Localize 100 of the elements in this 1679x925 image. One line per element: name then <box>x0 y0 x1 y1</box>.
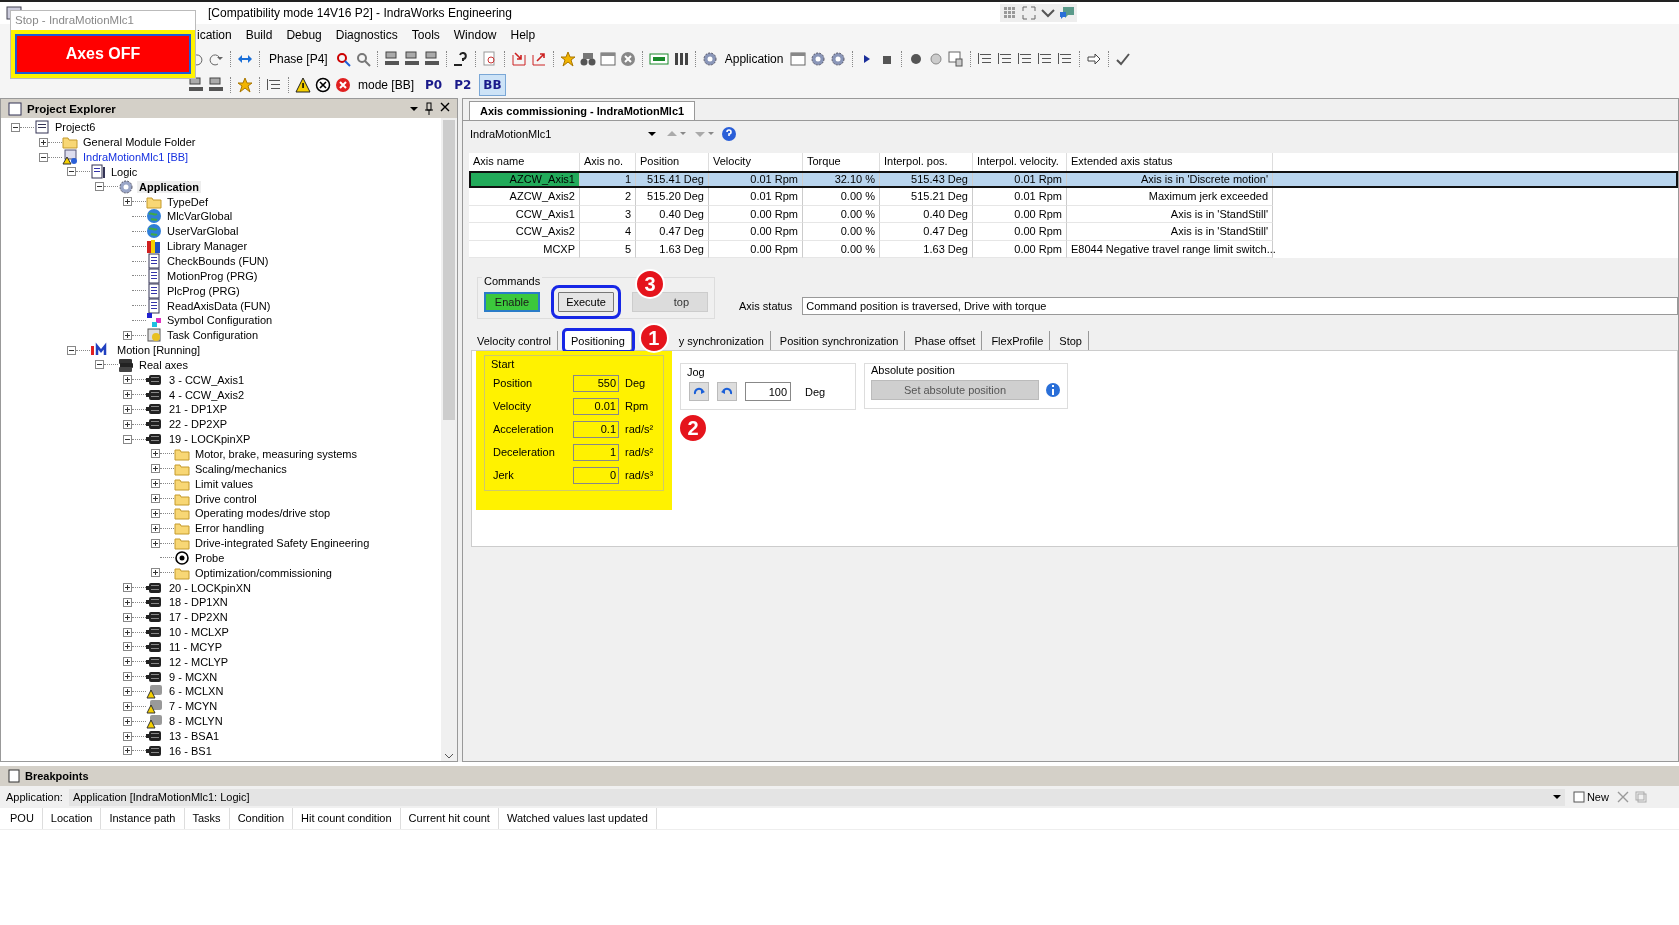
scroll-thumb[interactable] <box>443 119 455 420</box>
network-icon[interactable] <box>423 51 440 67</box>
chip-icon[interactable] <box>648 51 669 67</box>
network-icon[interactable] <box>208 77 224 93</box>
expand-icon[interactable] <box>123 419 132 429</box>
warning-icon[interactable] <box>295 77 311 93</box>
column-header[interactable]: Axis name <box>469 153 580 171</box>
tree-item[interactable]: General Module Folder <box>81 136 198 149</box>
cancel-icon[interactable] <box>619 51 636 67</box>
tree-item[interactable]: 21 - DP1XP <box>167 403 230 416</box>
expand-icon[interactable] <box>123 612 132 622</box>
tree-item[interactable]: ReadAxisData (FUN) <box>165 299 273 312</box>
tree-item[interactable]: Application <box>137 180 201 193</box>
column-header[interactable]: POU <box>2 808 43 829</box>
tree-item[interactable]: PlcProg (PRG) <box>165 284 242 297</box>
expand-icon[interactable] <box>123 583 132 593</box>
network-icon[interactable] <box>383 51 400 67</box>
expand-icon[interactable] <box>123 627 132 637</box>
error-icon[interactable] <box>335 77 351 93</box>
menu-item[interactable]: Diagnostics <box>328 26 405 44</box>
jog-backward-button[interactable] <box>717 382 737 401</box>
tree-item[interactable]: Drive-integrated Safety Engineering <box>193 537 372 550</box>
new-button[interactable]: New <box>1570 791 1611 803</box>
menu-item[interactable]: Tools <box>404 26 447 44</box>
mode-button[interactable]: P2 <box>450 74 476 96</box>
expand-icon[interactable] <box>123 197 132 207</box>
column-header[interactable]: Interpol. velocity. <box>973 153 1067 171</box>
column-header[interactable]: Extended axis status <box>1067 153 1273 171</box>
binoculars-icon[interactable] <box>579 51 596 67</box>
tree-item[interactable]: 18 - DP1XN <box>167 596 230 609</box>
tree-item[interactable]: 13 - BSA1 <box>167 730 222 742</box>
expand-icon[interactable] <box>123 597 132 607</box>
column-header[interactable]: Instance path <box>101 808 185 829</box>
input-field[interactable]: 550 <box>573 374 619 392</box>
gear-icon[interactable] <box>701 51 718 67</box>
tree-item[interactable]: Drive control <box>193 492 259 505</box>
expand-icon[interactable] <box>123 731 132 741</box>
expand-icon[interactable] <box>39 137 48 147</box>
tree-item[interactable]: 4 - CCW_Axis2 <box>167 388 247 401</box>
input-field[interactable]: 0 <box>573 466 619 484</box>
list-icon[interactable] <box>266 77 282 93</box>
import-icon[interactable] <box>510 51 527 67</box>
tree-item[interactable]: TypeDef <box>165 195 210 208</box>
tree-item[interactable]: 9 - MCXN <box>167 670 220 683</box>
document-tab[interactable]: Axis commissioning - IndraMotionMlc1 <box>469 101 696 120</box>
expand-icon[interactable] <box>151 494 160 503</box>
tree-item[interactable]: UserVarGlobal <box>165 225 241 238</box>
help-icon[interactable] <box>452 51 469 67</box>
network-icon[interactable] <box>403 51 420 67</box>
mode-button[interactable]: BB <box>479 74 506 96</box>
expand-icon[interactable] <box>123 642 132 652</box>
tree-item[interactable]: Real axes <box>137 358 190 371</box>
menu-item[interactable]: Build <box>238 26 280 44</box>
expand-icon[interactable] <box>123 657 132 667</box>
expand-icon[interactable] <box>123 404 132 414</box>
jog-forward-button[interactable] <box>689 382 709 401</box>
expand-icon[interactable] <box>151 479 160 489</box>
check-icon[interactable] <box>1115 51 1132 67</box>
tree-item[interactable]: Library Manager <box>165 240 250 253</box>
calendar-icon[interactable] <box>790 51 807 67</box>
tree-item[interactable]: IndraMotionMlc1 [BB] <box>81 151 191 164</box>
column-header[interactable]: Axis no. <box>580 153 636 171</box>
tree-item[interactable]: 11 - MCYP <box>167 640 224 653</box>
expand-icon[interactable] <box>151 464 160 474</box>
collapse-icon[interactable] <box>95 360 104 370</box>
tree-item[interactable]: Task Configuration <box>165 329 261 342</box>
network-icon[interactable] <box>188 77 204 93</box>
tree-item[interactable]: MlcVarGlobal <box>165 210 235 223</box>
collapse-icon[interactable] <box>67 345 76 355</box>
expand-icon[interactable] <box>123 672 132 682</box>
column-header[interactable]: Location <box>42 808 102 829</box>
tree-item[interactable]: Symbol Configuration <box>165 314 275 327</box>
tree-item[interactable]: 19 - LOCKpinXP <box>167 433 253 446</box>
menu-item[interactable]: Window <box>446 26 504 44</box>
list-icon[interactable] <box>977 51 994 67</box>
gear-icon[interactable] <box>810 51 827 67</box>
expand-icon[interactable] <box>151 538 160 548</box>
expand-icon[interactable] <box>123 390 132 400</box>
tree-item[interactable]: MotionProg (PRG) <box>165 269 260 282</box>
page-search-icon[interactable] <box>481 51 498 67</box>
expand-icon[interactable] <box>123 716 132 726</box>
pin-icon[interactable] <box>423 100 435 117</box>
column-header[interactable]: Condition <box>229 808 294 829</box>
column-header[interactable]: Hit count condition <box>293 808 401 829</box>
list-icon[interactable] <box>997 51 1014 67</box>
scrollbar[interactable] <box>441 118 457 761</box>
tree-item[interactable]: 7 - MCYN <box>167 700 220 713</box>
tree-item[interactable]: Motor, brake, measuring systems <box>193 448 359 460</box>
tree-item[interactable]: 17 - DP2XN <box>167 611 230 624</box>
list-icon[interactable] <box>1037 51 1054 67</box>
tree-item[interactable]: 6 - MCLXN <box>167 685 226 698</box>
column-header[interactable]: Tasks <box>184 808 230 829</box>
star-icon[interactable] <box>237 77 253 93</box>
menu-item[interactable]: Help <box>503 26 543 44</box>
tree-item[interactable]: 10 - MCLXP <box>167 626 231 639</box>
tree-item[interactable]: Optimization/commissioning <box>193 566 334 579</box>
columns-icon[interactable] <box>672 51 689 67</box>
gear-icon[interactable] <box>830 51 847 67</box>
input-field[interactable]: 0.1 <box>573 420 619 438</box>
input-field[interactable]: 1 <box>573 443 619 461</box>
